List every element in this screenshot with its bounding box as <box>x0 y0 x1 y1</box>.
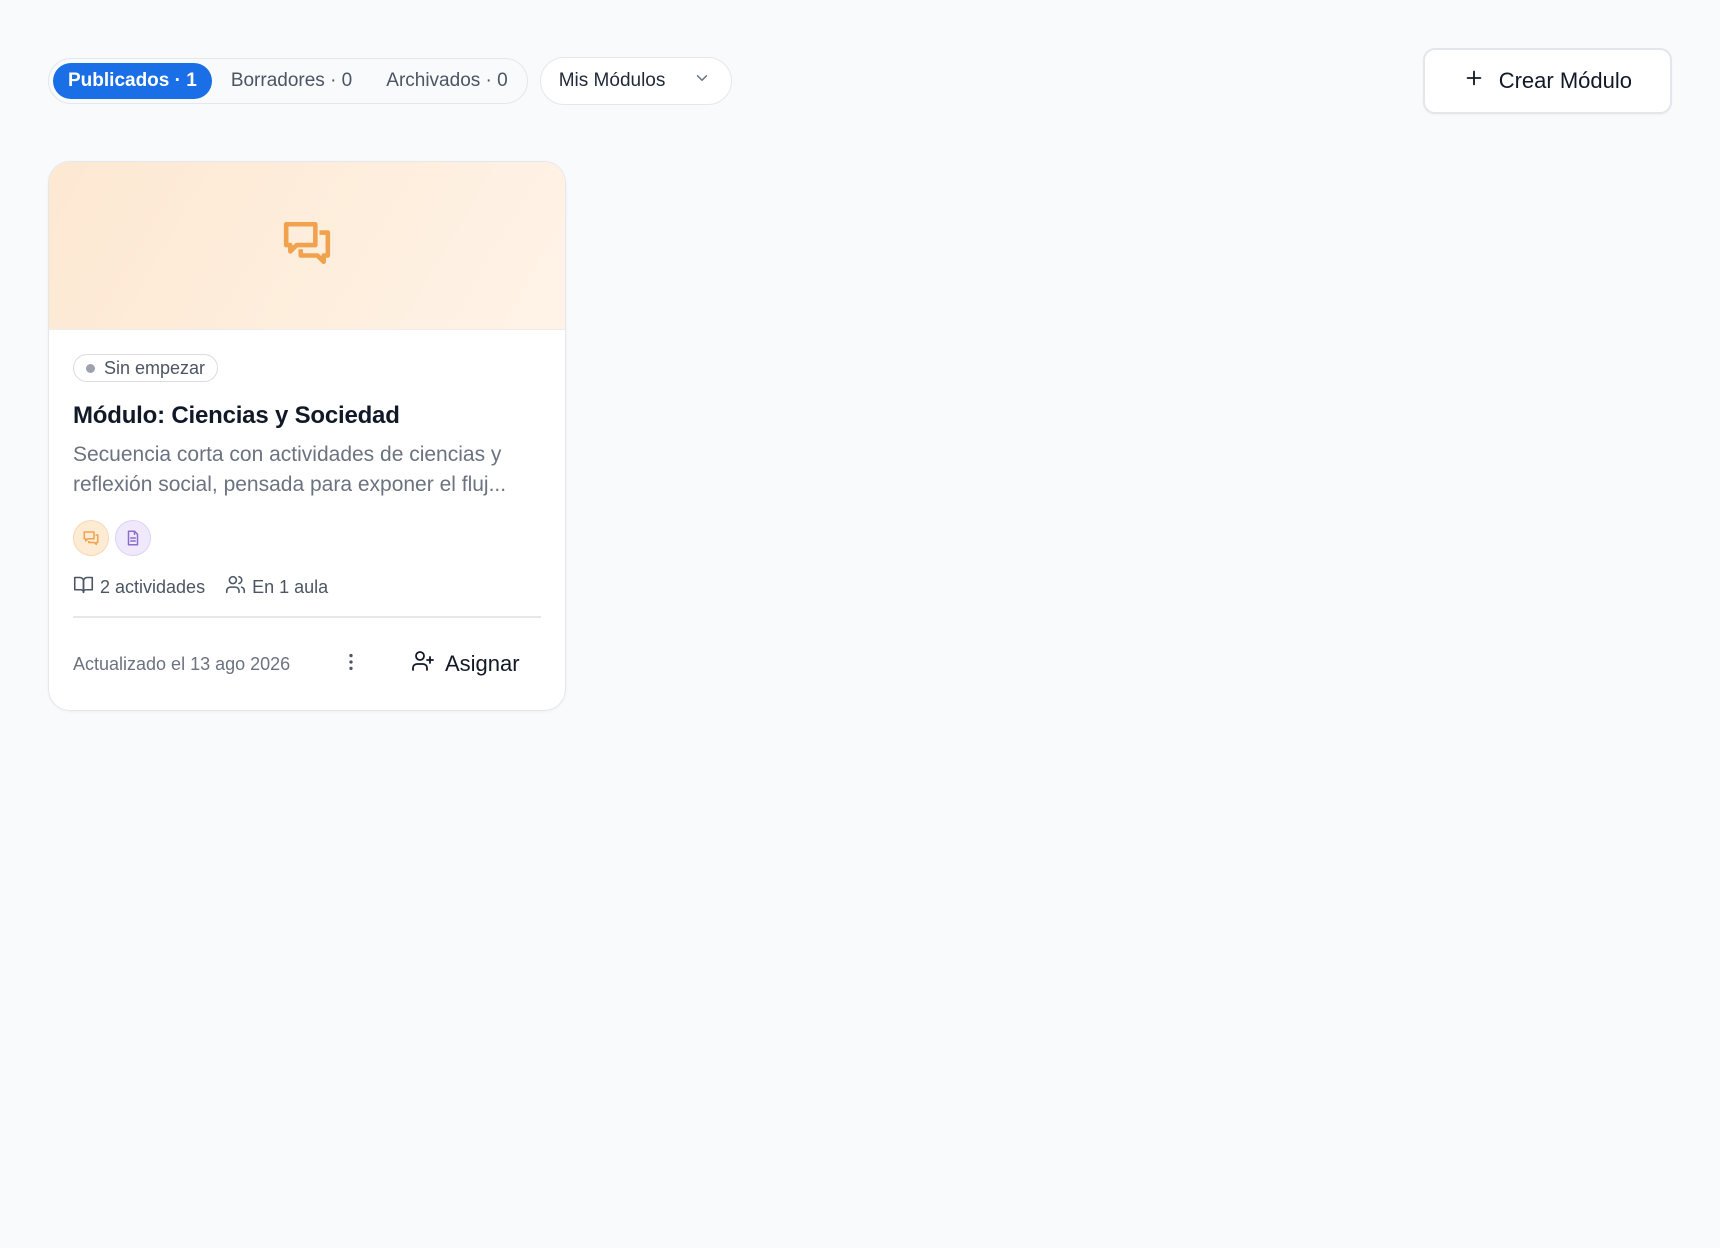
module-description: Secuencia corta con actividades de cienc… <box>73 443 507 496</box>
activities-count: 2 actividades <box>73 574 205 600</box>
book-open-icon <box>73 574 94 600</box>
modules-page: Publicados · 1 Borradores · 0 Archivados… <box>0 0 1720 1248</box>
toolbar: Publicados · 1 Borradores · 0 Archivados… <box>48 48 1672 114</box>
assign-label: Asignar <box>445 651 520 676</box>
module-card-body: Sin empezar Módulo: Ciencias y Sociedad … <box>49 330 565 710</box>
status-badge: Sin empezar <box>73 354 219 382</box>
chevron-down-icon <box>693 69 711 93</box>
module-meta: 2 actividades En 1 aula <box>73 570 541 604</box>
discussion-icon <box>73 520 109 556</box>
status-filter-tabs: Publicados · 1 Borradores · 0 Archivados… <box>48 58 528 104</box>
status-dot <box>86 363 95 373</box>
module-title[interactable]: Módulo: Ciencias y Sociedad <box>73 402 541 430</box>
assign-button[interactable]: Asignar <box>397 642 534 686</box>
scope-dropdown[interactable]: Mis Módulos <box>539 57 733 105</box>
create-module-label: Crear Módulo <box>1498 68 1632 93</box>
plus-icon <box>1463 67 1485 95</box>
classrooms-count: En 1 aula <box>225 574 328 600</box>
classrooms-label: En 1 aula <box>252 576 329 597</box>
more-options-button[interactable] <box>335 648 367 680</box>
updated-timestamp: Actualizado el 13 ago 2026 <box>73 653 291 674</box>
scope-dropdown-label: Mis Módulos <box>558 70 666 91</box>
module-card-footer: Actualizado el 13 ago 2026 Asignar <box>73 618 541 710</box>
more-vertical-icon <box>340 651 362 678</box>
tab-published[interactable]: Publicados · 1 <box>53 63 212 99</box>
module-card[interactable]: Sin empezar Módulo: Ciencias y Sociedad … <box>48 161 566 711</box>
activities-label: 2 actividades <box>100 576 206 597</box>
activity-type-icons <box>73 520 541 556</box>
module-card-hero <box>49 162 565 330</box>
discussion-icon <box>282 218 332 273</box>
status-label: Sin empezar <box>104 357 206 378</box>
tab-drafts[interactable]: Borradores · 0 <box>216 63 367 99</box>
document-icon <box>115 520 151 556</box>
users-icon <box>225 574 246 600</box>
toolbar-left: Publicados · 1 Borradores · 0 Archivados… <box>48 57 733 105</box>
create-module-button[interactable]: Crear Módulo <box>1422 48 1672 114</box>
user-plus-icon <box>411 649 435 679</box>
tab-archived[interactable]: Archivados · 0 <box>371 63 522 99</box>
